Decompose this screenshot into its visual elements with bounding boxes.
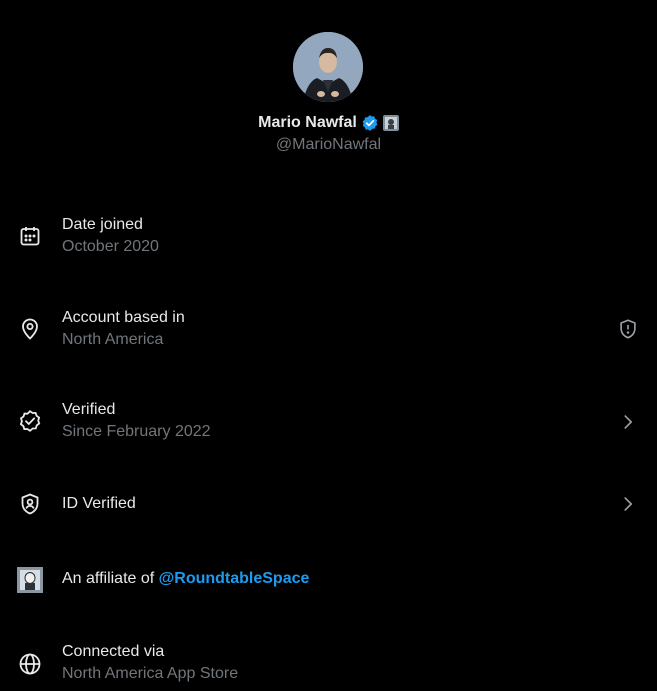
affiliate-text: An affiliate of @RoundtableSpace bbox=[62, 570, 309, 588]
verified-value: Since February 2022 bbox=[62, 423, 211, 440]
verified-badge-icon[interactable] bbox=[361, 114, 379, 132]
connected-via-value: North America App Store bbox=[62, 665, 239, 682]
calendar-icon bbox=[18, 224, 42, 248]
chevron-right-icon[interactable] bbox=[617, 411, 639, 433]
name-row: Mario Nawfal bbox=[0, 112, 657, 134]
account-based-label: Account based in bbox=[62, 309, 185, 326]
account-based-row: Account based in North America bbox=[0, 307, 657, 353]
affiliate-row: An affiliate of @RoundtableSpace bbox=[0, 566, 657, 593]
connected-via-row: Connected via North America App Store bbox=[0, 641, 657, 687]
shield-alert-icon[interactable] bbox=[617, 318, 639, 340]
verified-check-icon bbox=[18, 409, 42, 433]
affiliate-prefix: An affiliate of bbox=[62, 570, 159, 587]
verified-row[interactable]: Verified Since February 2022 bbox=[0, 399, 657, 445]
connected-via-label: Connected via bbox=[62, 643, 165, 660]
profile-name[interactable]: Mario Nawfal bbox=[258, 114, 357, 132]
affiliate-avatar-icon[interactable] bbox=[17, 567, 43, 593]
id-verified-row[interactable]: ID Verified bbox=[0, 492, 657, 518]
chevron-right-icon[interactable] bbox=[617, 493, 639, 515]
date-joined-row: Date joined October 2020 bbox=[0, 214, 657, 260]
profile-handle[interactable]: @MarioNawfal bbox=[0, 136, 657, 154]
profile-avatar[interactable] bbox=[293, 32, 363, 102]
affiliate-link[interactable]: @RoundtableSpace bbox=[159, 570, 310, 587]
affiliate-badge-icon[interactable] bbox=[382, 115, 399, 131]
date-joined-label: Date joined bbox=[62, 216, 143, 233]
id-verified-label: ID Verified bbox=[62, 495, 136, 512]
location-pin-icon bbox=[18, 317, 42, 341]
verified-label: Verified bbox=[62, 401, 116, 418]
account-based-value: North America bbox=[62, 331, 164, 348]
id-shield-icon bbox=[18, 492, 42, 516]
globe-icon bbox=[18, 652, 42, 676]
date-joined-value: October 2020 bbox=[62, 238, 159, 255]
